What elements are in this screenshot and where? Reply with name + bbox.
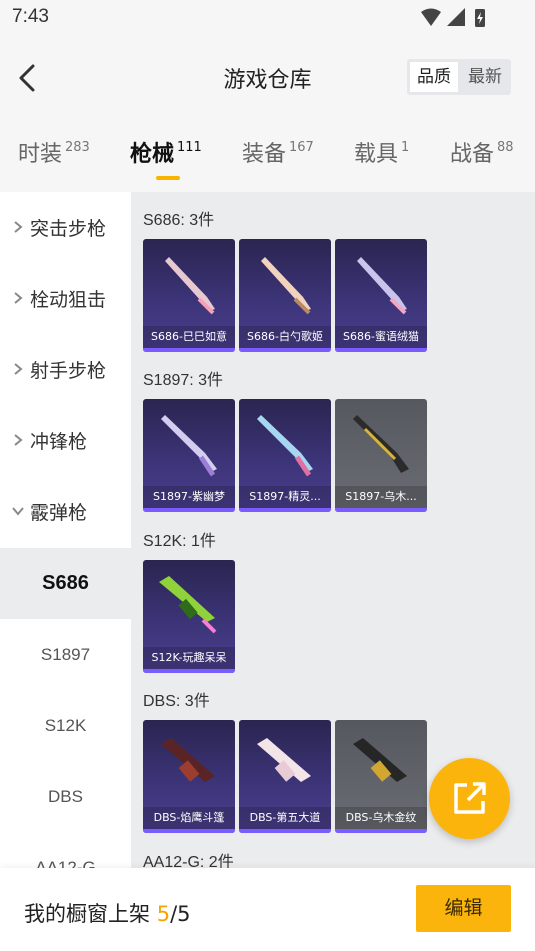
item-card[interactable]: S686-巳巳如意 [143, 239, 235, 352]
share-button[interactable] [429, 758, 510, 839]
tab-vehicles[interactable]: 载具 1 [354, 136, 409, 180]
item-card[interactable]: DBS-第五大道 [239, 720, 331, 833]
sort-latest-button[interactable]: 最新 [461, 62, 509, 92]
sidebar-category-label: 冲锋枪 [30, 431, 88, 453]
sidebar-category-smg[interactable]: 冲锋枪 [0, 405, 131, 476]
group-title: S686: 3件 [143, 212, 215, 229]
tab-label: 装备 [242, 142, 287, 167]
group-title: S1897: 3件 [143, 372, 224, 389]
item-name: S686-白勺歌姬 [239, 326, 331, 348]
item-card[interactable]: S12K-玩趣呆呆 [143, 560, 235, 673]
tab-equipment[interactable]: 装备 167 [242, 136, 314, 180]
item-name: S686-蜜语绒猫 [335, 326, 427, 348]
showcase-total-count: 5 [177, 902, 191, 926]
sidebar-category-marksman-rifle[interactable]: 射手步枪 [0, 334, 131, 405]
shotgun-icon [161, 415, 217, 477]
item-name: DBS-乌木金纹 [335, 807, 427, 829]
sidebar-category-assault-rifle[interactable]: 突击步枪 [0, 192, 131, 263]
tab-count: 283 [65, 140, 90, 155]
sidebar-item-s1897[interactable]: S1897 [0, 619, 131, 690]
chevron-right-icon [14, 221, 23, 233]
tab-label: 枪械 [130, 142, 175, 167]
showcase-current-count: 5 [156, 902, 171, 926]
item-name: DBS-第五大道 [239, 807, 331, 829]
status-icons [421, 8, 485, 27]
tab-count: 167 [289, 140, 314, 155]
sidebar-item-s12k[interactable]: S12K [0, 690, 131, 761]
shotgun-icon [353, 738, 407, 782]
shotgun-icon [165, 257, 215, 315]
shotgun-icon [257, 738, 311, 782]
item-name: DBS-焰鹰斗篷 [143, 807, 235, 829]
item-name: S1897-乌木... [335, 486, 427, 508]
sidebar-category-bolt-sniper[interactable]: 栓动狙击 [0, 263, 131, 334]
shotgun-icon [257, 415, 313, 477]
item-card[interactable]: DBS-乌木金纹 [335, 720, 427, 833]
shotgun-icon [357, 257, 407, 315]
shotgun-icon [161, 738, 215, 782]
showcase-status: 我的橱窗上架 5/5 [24, 898, 191, 928]
sidebar-category-shotgun[interactable]: 霰弹枪 [0, 476, 131, 547]
tab-fashion[interactable]: 时装 283 [18, 136, 90, 180]
group-title: S12K: 1件 [143, 533, 216, 550]
chevron-right-icon [14, 363, 23, 375]
sidebar-category-label: 射手步枪 [30, 360, 107, 382]
sort-quality-button[interactable]: 品质 [410, 62, 458, 92]
shotgun-icon [159, 576, 217, 634]
tab-label: 时装 [18, 142, 63, 167]
sidebar: 突击步枪 栓动狙击 射手步枪 冲锋枪 霰弹枪 S686 S1897 S12K D… [0, 192, 131, 877]
status-time: 7:43 [12, 6, 49, 27]
header: 游戏仓库 品质 最新 [0, 44, 535, 114]
tab-supplies[interactable]: 战备 88 [450, 136, 514, 180]
chevron-right-icon [14, 434, 23, 446]
tab-count: 1 [401, 140, 410, 155]
sidebar-category-label: 栓动狙击 [30, 289, 107, 311]
item-name: S686-巳巳如意 [143, 326, 235, 348]
share-icon [454, 782, 486, 814]
item-name: S1897-紫幽梦 [143, 486, 235, 508]
item-card[interactable]: S1897-乌木... [335, 399, 427, 512]
sort-toggle: 品质 最新 [407, 59, 511, 95]
status-bar: 7:43 [0, 0, 535, 38]
item-name: S1897-精灵... [239, 486, 331, 508]
chevron-right-icon [14, 292, 23, 304]
wifi-icon [421, 8, 441, 26]
item-card[interactable]: DBS-焰鹰斗篷 [143, 720, 235, 833]
tab-count: 88 [497, 140, 514, 155]
tab-count: 111 [177, 140, 202, 155]
tab-label: 战备 [450, 142, 495, 167]
item-card[interactable]: S686-蜜语绒猫 [335, 239, 427, 352]
item-card[interactable]: S1897-精灵... [239, 399, 331, 512]
group-title: DBS: 3件 [143, 693, 210, 710]
item-card[interactable]: S686-白勺歌姬 [239, 239, 331, 352]
edit-button[interactable]: 编辑 [416, 885, 511, 932]
sidebar-category-label: 霰弹枪 [30, 502, 88, 524]
signal-icon [447, 8, 465, 26]
tab-active-indicator [156, 176, 180, 180]
item-card[interactable]: S1897-紫幽梦 [143, 399, 235, 512]
shotgun-icon [353, 415, 409, 473]
shotgun-icon [261, 257, 311, 315]
sidebar-category-label: 突击步枪 [30, 218, 107, 240]
chevron-down-icon [12, 507, 24, 516]
tab-label: 载具 [354, 142, 399, 167]
sidebar-item-s686[interactable]: S686 [0, 548, 131, 619]
showcase-footer: 我的橱窗上架 5/5 编辑 [0, 868, 535, 951]
item-name: S12K-玩趣呆呆 [143, 647, 235, 669]
tab-guns[interactable]: 枪械 111 [130, 136, 202, 180]
sidebar-item-dbs[interactable]: DBS [0, 761, 131, 832]
category-tabs: 时装 283 枪械 111 装备 167 载具 1 战备 88 [0, 130, 535, 190]
showcase-label: 我的橱窗上架 [24, 902, 150, 926]
